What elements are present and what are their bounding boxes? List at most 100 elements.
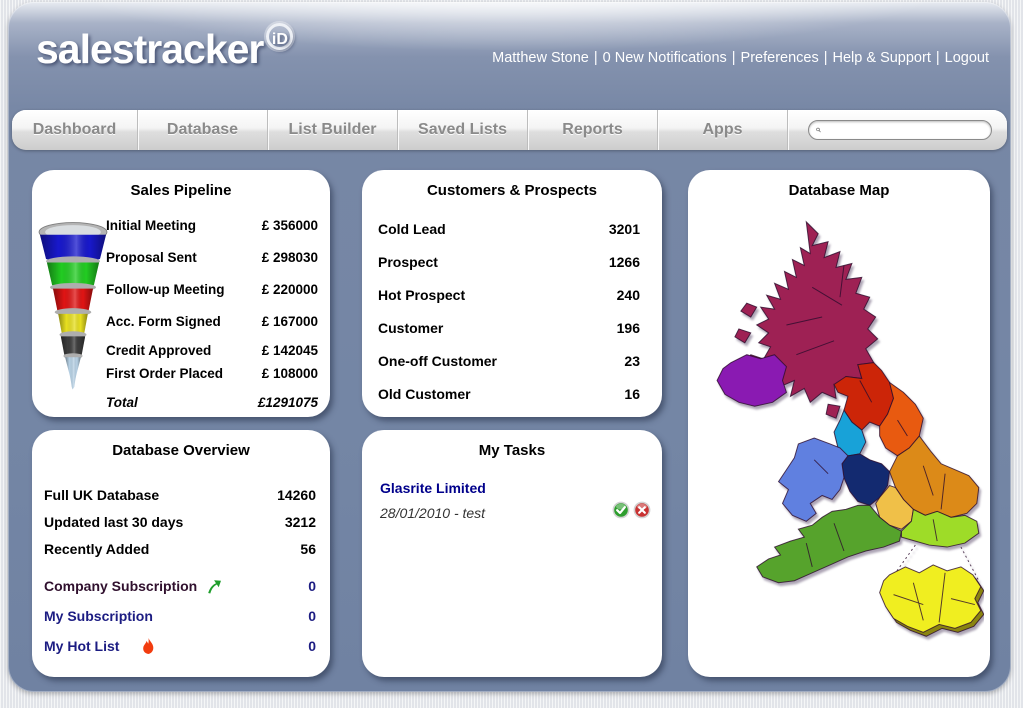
category-label: Old Customer — [378, 386, 471, 402]
subscription-value: 0 — [308, 608, 316, 624]
category-label: Customer — [378, 320, 443, 336]
map-region-wales[interactable] — [779, 438, 848, 521]
task-complete-button[interactable] — [612, 501, 630, 519]
total-value: £1291075 — [258, 395, 318, 410]
app-container: salestrackeriD Matthew Stone | 0 New Notif… — [8, 2, 1011, 692]
funnel-band-shade — [65, 357, 81, 389]
search-icon — [816, 123, 821, 137]
my-hot-list-link[interactable]: My Hot List — [44, 637, 156, 656]
stage-label: Credit Approved — [106, 343, 211, 358]
stage-label: Follow-up Meeting — [106, 282, 224, 297]
customers-rows: Cold Lead 3201 Prospect 1266 Hot Prospect2… — [378, 218, 640, 416]
subscription-label: My Subscription — [44, 608, 153, 624]
subscription-label: Company Subscription — [44, 578, 197, 594]
category-count: 196 — [617, 320, 640, 336]
stage-label: Initial Meeting — [106, 218, 196, 233]
pipeline-row: First Order Placed£ 108000 — [106, 362, 318, 384]
stat-value: 56 — [300, 541, 316, 557]
user-menu: Matthew Stone | 0 New Notifications | Prefer… — [492, 50, 989, 66]
search-input[interactable] — [825, 122, 984, 138]
search-area — [788, 110, 1007, 150]
category-count: 16 — [624, 386, 640, 402]
notifications-link[interactable]: 0 New Notifications — [603, 50, 727, 66]
up-arrow-icon — [206, 578, 223, 595]
map-region-northern-ireland[interactable] — [717, 355, 786, 407]
my-tasks-card: My Tasks Glasrite Limited 28/01/2010 - t… — [362, 430, 662, 677]
tab-database[interactable]: Database — [138, 110, 268, 150]
subscription-row: My Subscription 0 — [44, 605, 316, 627]
separator: | — [936, 50, 940, 66]
pipeline-total-row: Total£1291075 — [106, 391, 318, 413]
search-box[interactable] — [808, 120, 992, 140]
preferences-link[interactable]: Preferences — [741, 50, 819, 66]
stage-label: Acc. Form Signed — [106, 314, 221, 329]
stage-label: Proposal Sent — [106, 250, 197, 265]
subscription-rows: Company Subscription 0 My Subscription 0… — [44, 575, 316, 657]
card-title: Database Overview — [32, 442, 330, 459]
card-title: Sales Pipeline — [32, 182, 330, 199]
stat-row: Recently Added 56 — [44, 538, 316, 559]
stat-value: 3212 — [285, 514, 316, 530]
subscription-value: 0 — [308, 578, 316, 594]
app-logo-text: salestracker — [36, 26, 263, 72]
customer-row: Prospect 1266 — [378, 251, 640, 273]
tab-apps[interactable]: Apps — [658, 110, 788, 150]
stat-label: Recently Added — [44, 541, 149, 557]
separator: | — [732, 50, 736, 66]
customers-prospects-card: Customers & Prospects Cold Lead 3201 Pros… — [362, 170, 662, 417]
separator: | — [824, 50, 828, 66]
subscription-label: My Hot List — [44, 638, 119, 654]
stat-label: Full UK Database — [44, 487, 159, 503]
customer-row: Hot Prospect240 — [378, 284, 640, 306]
stat-row: Updated last 30 days 3212 — [44, 511, 316, 532]
customer-row: Customer 196 — [378, 317, 640, 339]
category-count: 23 — [624, 353, 640, 369]
sales-funnel-icon — [33, 210, 113, 402]
task-actions — [612, 501, 651, 519]
map-region-london-inset[interactable] — [880, 565, 981, 632]
card-title: Customers & Prospects — [362, 182, 662, 199]
stage-value: £ 167000 — [262, 314, 318, 329]
map-island — [735, 329, 751, 343]
database-map-card: Database Map — [688, 170, 990, 677]
pipeline-row: Initial Meeting£ 356000 — [106, 214, 318, 236]
map-region-south-west[interactable] — [757, 505, 902, 582]
card-title: Database Map — [688, 182, 990, 199]
separator: | — [594, 50, 598, 66]
pipeline-row: Follow-up Meeting £ 220000 — [106, 278, 318, 300]
category-label: Prospect — [378, 254, 438, 270]
pipeline-rows: Initial Meeting£ 356000 Proposal Sent£ 2… — [106, 214, 318, 413]
stage-value: £ 220000 — [262, 282, 318, 297]
task-note: 28/01/2010 - test — [380, 505, 485, 521]
category-label: Cold Lead — [378, 221, 446, 237]
my-subscription-link[interactable]: My Subscription — [44, 608, 153, 624]
customer-row: Cold Lead 3201 — [378, 218, 640, 240]
tab-reports[interactable]: Reports — [528, 110, 658, 150]
stat-row: Full UK Database14260 — [44, 484, 316, 505]
stat-label: Updated last 30 days — [44, 514, 183, 530]
stage-label: First Order Placed — [106, 366, 223, 381]
customer-row: One-off Customer 23 — [378, 350, 640, 372]
database-overview-card: Database Overview Full UK Database14260 … — [32, 430, 330, 677]
pipeline-row: Proposal Sent£ 298030 — [106, 246, 318, 268]
user-name-link[interactable]: Matthew Stone — [492, 50, 589, 66]
category-label: One-off Customer — [378, 353, 497, 369]
tab-dashboard[interactable]: Dashboard — [12, 110, 138, 150]
app-logo: salestrackeriD — [36, 26, 293, 73]
company-subscription-link[interactable]: Company Subscription — [44, 578, 223, 595]
category-count: 3201 — [609, 221, 640, 237]
task-delete-button[interactable] — [633, 501, 651, 519]
pipeline-row: Acc. Form Signed £ 167000 — [106, 310, 318, 332]
help-support-link[interactable]: Help & Support — [833, 50, 931, 66]
uk-map — [694, 206, 984, 668]
category-count: 1266 — [609, 254, 640, 270]
logout-link[interactable]: Logout — [945, 50, 989, 66]
overview-rows: Full UK Database14260 Updated last 30 da… — [44, 484, 316, 665]
subscription-value: 0 — [308, 638, 316, 654]
map-region-south-east[interactable] — [901, 509, 978, 547]
task-company-link[interactable]: Glasrite Limited — [380, 480, 486, 496]
tab-list-builder[interactable]: List Builder — [268, 110, 398, 150]
tab-saved-lists[interactable]: Saved Lists — [398, 110, 528, 150]
flame-icon — [141, 637, 156, 656]
customer-row: Old Customer 16 — [378, 383, 640, 405]
